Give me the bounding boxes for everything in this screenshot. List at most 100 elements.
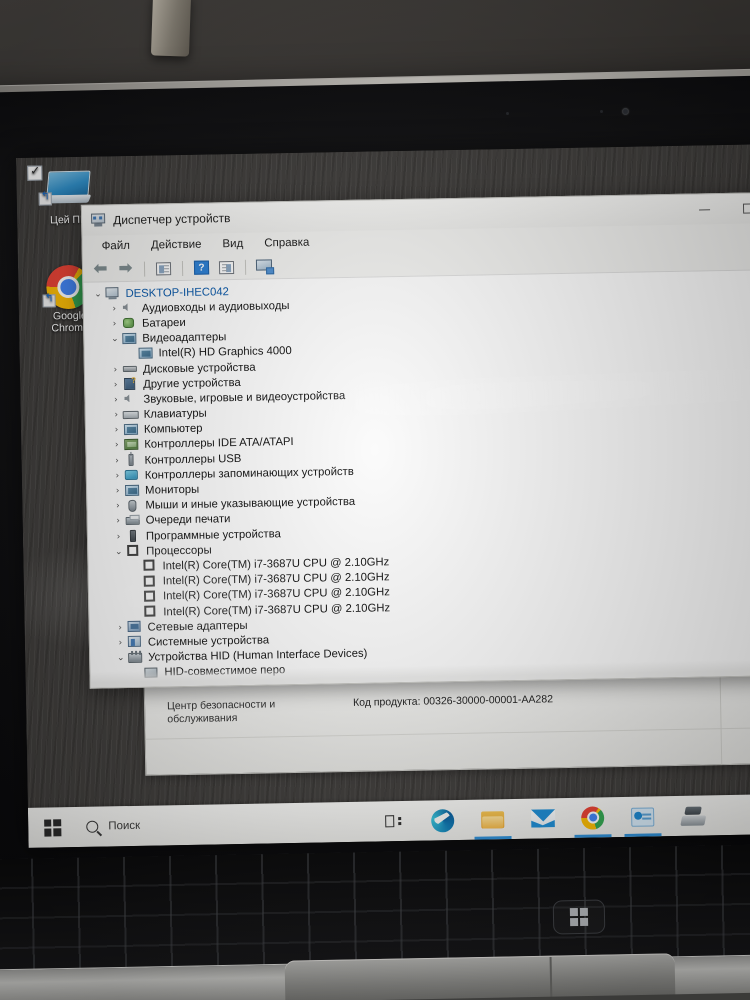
tree-item-label: Контроллеры IDE ATA/ATAPI [144, 436, 294, 452]
shortcut-arrow-icon [42, 294, 56, 308]
scan-hardware-icon[interactable] [255, 257, 275, 275]
divider [145, 726, 750, 740]
photo-of-laptop-screen: Цей ПК Google Chrome Центр безопасности … [0, 0, 750, 1000]
toolbar-separator [244, 259, 247, 275]
disk-drive-icon [122, 363, 138, 376]
storage-controller-icon [124, 469, 140, 482]
taskbar-apps[interactable] [361, 795, 707, 841]
device-tree-panel[interactable]: ⌄ DESKTOP-IHEC042 › Аудиовходы и аудиовы… [83, 269, 750, 688]
start-button[interactable] [28, 807, 77, 848]
unknown-device-icon [122, 378, 138, 391]
menu-item-view[interactable]: Вид [222, 238, 243, 250]
chevron-right-icon[interactable]: › [109, 380, 122, 390]
chevron-right-icon[interactable]: › [109, 395, 122, 405]
speaker-icon [121, 302, 137, 315]
window-title: Диспетчер устройств [113, 211, 231, 228]
processor-icon [142, 575, 158, 588]
chevron-right-icon[interactable]: › [111, 486, 124, 496]
menu-item-file[interactable]: Файл [102, 240, 130, 253]
chevron-right-icon[interactable]: › [110, 456, 123, 466]
tree-item-label: Видеоадаптеры [142, 331, 227, 345]
menu-item-help[interactable]: Справка [264, 237, 309, 250]
mouse-icon [124, 499, 140, 512]
tree-item-label: Системные устройства [147, 634, 270, 649]
laptop-hinge [284, 953, 676, 1000]
software-device-icon [125, 529, 141, 543]
system-device-icon [127, 636, 143, 649]
processor-icon [142, 590, 158, 603]
chevron-right-icon[interactable]: › [110, 425, 123, 435]
processor-icon [125, 545, 141, 558]
edge-icon [430, 808, 455, 833]
chevron-right-icon[interactable]: › [112, 516, 125, 527]
computer-icon [123, 423, 139, 437]
checkbox-overlay-icon [27, 165, 43, 181]
chevron-right-icon[interactable]: › [110, 441, 123, 451]
hid-device-icon [127, 651, 143, 664]
tree-item-label: Очереди печати [145, 513, 231, 528]
chevron-right-icon[interactable]: › [111, 471, 124, 481]
battery-icon [121, 317, 137, 330]
update-driver-icon[interactable] [217, 258, 236, 276]
device-manager-icon [91, 213, 106, 227]
divider [719, 666, 723, 767]
tree-item-label: Компьютер [143, 422, 203, 436]
print-queue-icon [125, 515, 141, 528]
file-explorer-button[interactable] [479, 799, 507, 839]
shortcut-arrow-icon [38, 192, 52, 206]
chrome-button[interactable] [579, 797, 607, 837]
desktop-icon-label-line1: Google [52, 309, 87, 323]
tree-item-label: Intel(R) HD Graphics 4000 [158, 345, 292, 360]
forward-icon[interactable]: ➡ [116, 260, 135, 278]
menu-item-action[interactable]: Действие [151, 239, 202, 252]
search-icon [86, 820, 99, 833]
skype-icon [631, 806, 655, 827]
keyboard-icon [122, 408, 139, 421]
mail-button[interactable] [529, 798, 557, 838]
tree-item-label: Батареи [141, 316, 186, 330]
toolbar-separator [181, 260, 184, 276]
network-adapter-icon [127, 621, 143, 634]
chevron-down-icon[interactable]: ⌄ [91, 289, 104, 299]
chevron-right-icon[interactable]: › [114, 623, 127, 633]
processor-icon [141, 560, 157, 573]
scanner-button[interactable] [679, 795, 707, 835]
task-view-button[interactable] [379, 801, 407, 841]
chevron-right-icon[interactable]: › [110, 410, 123, 420]
task-view-icon [384, 814, 401, 828]
toolbar-separator [143, 261, 146, 277]
processor-icon [142, 605, 158, 619]
ide-controller-icon [123, 438, 139, 452]
chevron-right-icon[interactable]: › [109, 365, 122, 375]
chevron-down-icon[interactable]: ⌄ [114, 653, 127, 663]
help-icon[interactable]: ? [192, 258, 211, 276]
file-explorer-icon [481, 810, 505, 829]
device-tree[interactable]: ⌄ DESKTOP-IHEC042 › Аудиовходы и аудиовы… [83, 270, 750, 682]
properties-icon[interactable] [154, 259, 173, 277]
skype-button[interactable] [629, 796, 657, 836]
chrome-icon [580, 805, 605, 830]
chevron-right-icon[interactable]: › [111, 501, 124, 511]
tree-item-label: Клавиатуры [143, 407, 207, 421]
search-box[interactable]: Поиск [76, 802, 362, 847]
microphone-dot [599, 109, 604, 114]
device-manager-window[interactable]: Диспетчер устройств ✕ Файл Действие Вид … [80, 191, 750, 689]
back-icon[interactable]: ⬅ [91, 260, 110, 278]
chevron-right-icon[interactable]: › [108, 319, 121, 329]
tree-item-label: Контроллеры USB [144, 452, 242, 467]
security-center-label-line1: Центр безопасности и [166, 698, 276, 713]
search-placeholder: Поиск [108, 819, 141, 833]
maximize-button[interactable] [726, 193, 750, 224]
window-controls[interactable]: ✕ [682, 192, 750, 224]
edge-button[interactable] [429, 800, 457, 840]
chevron-down-icon[interactable]: ⌄ [108, 334, 121, 344]
minimize-button[interactable] [682, 194, 727, 225]
chevron-right-icon[interactable]: › [114, 638, 127, 648]
windows-logo-icon [43, 818, 61, 837]
chevron-right-icon[interactable]: › [112, 532, 125, 542]
wall-object [150, 0, 192, 57]
chevron-right-icon[interactable]: › [108, 304, 121, 314]
monitor-icon [124, 484, 140, 497]
chevron-down-icon[interactable]: ⌄ [112, 547, 125, 557]
tree-item-label: Сетевые адаптеры [147, 619, 248, 634]
